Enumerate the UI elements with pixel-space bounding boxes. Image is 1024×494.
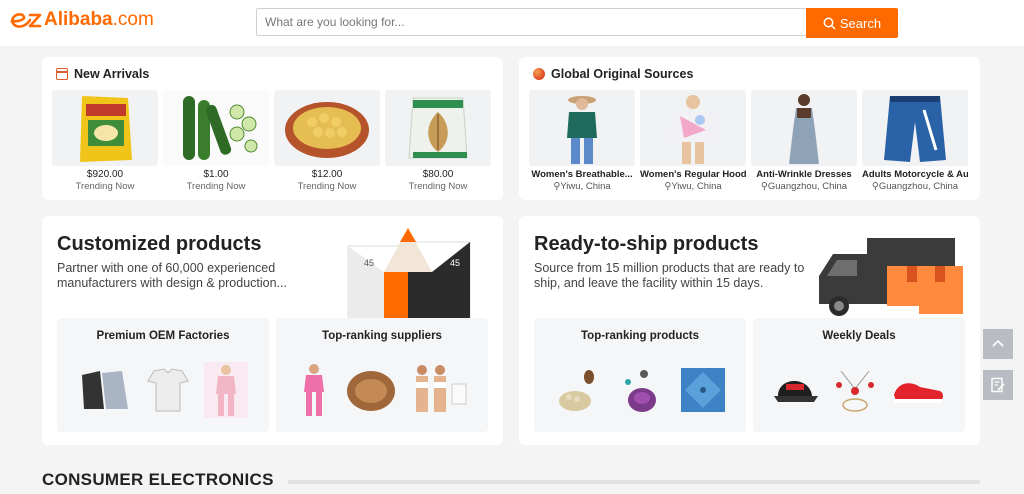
global-source-item[interactable]: Women's Regular Hoodies ⚲Yiwu, China	[640, 90, 746, 192]
pink-outfit-thumbnail	[204, 362, 248, 418]
tea-pack-product-image	[385, 90, 491, 166]
global-sources-header[interactable]: Global Original Sources	[533, 67, 693, 81]
globe-icon	[533, 68, 545, 80]
location-pin-icon: ⚲	[760, 181, 768, 192]
chickpea-product-image	[274, 90, 380, 166]
customized-description: Partner with one of 60,000 experienced m…	[57, 261, 287, 290]
item-status: Trending Now	[186, 181, 246, 192]
alibaba-logo-icon	[10, 12, 42, 28]
top-ranking-suppliers-card[interactable]: Top-ranking suppliers	[276, 318, 488, 432]
dress-product-image	[751, 90, 857, 166]
item-location: ⚲Guangzhou, China	[760, 181, 848, 192]
ready-description: Source from 15 million products that are…	[534, 261, 805, 290]
weekly-deals-card[interactable]: Weekly Deals	[753, 318, 965, 432]
item-name: Adults Motorcycle & Auto...	[862, 169, 968, 180]
umbrella-thumbnail	[680, 368, 725, 412]
new-arrivals-card: New Arrivals $920.00 Trending Now $1.00 …	[42, 57, 503, 200]
rice-product-image	[52, 90, 158, 166]
premium-oem-factories-card[interactable]: Premium OEM Factories	[57, 318, 269, 432]
motorcycle-shorts-product-image	[862, 90, 968, 166]
angle-badge-right: 45	[450, 258, 460, 268]
feedback-button[interactable]	[983, 370, 1013, 400]
item-name: Anti-Wrinkle Dresses	[756, 169, 852, 180]
item-status: Trending Now	[297, 181, 357, 192]
item-price: $1.00	[203, 169, 229, 180]
new-arrival-item[interactable]: $920.00 Trending Now	[52, 90, 158, 192]
global-source-item[interactable]: Anti-Wrinkle Dresses ⚲Guangzhou, China	[751, 90, 857, 192]
item-price: $920.00	[86, 169, 124, 180]
alibaba-logo[interactable]: Alibaba.com	[8, 9, 154, 31]
customized-products-card[interactable]: Customized products Partner with one of …	[42, 216, 503, 445]
subcard-title: Top-ranking products	[581, 330, 699, 342]
global-source-item[interactable]: Adults Motorcycle & Auto... ⚲Guangzhou, …	[862, 90, 968, 192]
hoodies-thumbnail	[82, 371, 128, 409]
search-input[interactable]	[256, 8, 806, 36]
angle-badge-left: 45	[364, 258, 374, 268]
location-pin-icon: ⚲	[871, 181, 879, 192]
pink-activewear-thumbnail	[304, 364, 325, 416]
ready-title: Ready-to-ship products	[534, 233, 759, 255]
fur-hat-thumbnail	[346, 371, 395, 411]
new-arrival-item[interactable]: $80.00 Trending Now	[385, 90, 491, 192]
pencil-illustration: 45 45	[347, 228, 471, 320]
search-button[interactable]: Search	[806, 8, 898, 38]
back-to-top-button[interactable]	[983, 329, 1013, 359]
item-location: ⚲Guangzhou, China	[871, 181, 959, 192]
tshirt-thumbnail	[147, 368, 189, 412]
customized-title: Customized products	[57, 233, 262, 255]
item-status: Trending Now	[408, 181, 468, 192]
feedback-icon	[991, 377, 1005, 393]
cucumber-product-image	[163, 90, 269, 166]
item-name: Women's Regular Hoodies	[640, 169, 746, 180]
top-ranking-products-card[interactable]: Top-ranking products	[534, 318, 746, 432]
swimwear-thumbnail	[415, 365, 467, 412]
delivery-truck-illustration	[819, 238, 963, 316]
seeds-thumbnail	[559, 370, 595, 411]
ready-to-ship-card[interactable]: Ready-to-ship products Source from 15 mi…	[519, 216, 980, 445]
new-arrivals-header[interactable]: New Arrivals	[56, 67, 149, 81]
green-top-product-image	[529, 90, 635, 166]
consumer-electronics-heading: CONSUMER ELECTRONICS	[42, 470, 274, 489]
top-header: Alibaba.com Search	[0, 0, 1024, 46]
hoodie-product-image	[640, 90, 746, 166]
global-sources-title: Global Original Sources	[551, 67, 694, 81]
global-source-item[interactable]: Women's Breathable... ⚲Yiwu, China	[529, 90, 635, 192]
red-sneaker-thumbnail	[893, 383, 943, 403]
item-name: Women's Breathable...	[531, 169, 633, 180]
calendar-icon	[56, 68, 68, 80]
back-to-top-icon	[992, 339, 1004, 347]
subcard-title: Weekly Deals	[822, 330, 896, 342]
item-location: ⚲Yiwu, China	[553, 181, 611, 192]
new-arrival-item[interactable]: $12.00 Trending Now	[274, 90, 380, 192]
search-button-label: Search	[839, 15, 882, 31]
subcard-title: Premium OEM Factories	[96, 330, 230, 342]
cap-thumbnail	[774, 381, 819, 402]
item-status: Trending Now	[75, 181, 135, 192]
item-price: $80.00	[422, 169, 454, 180]
section-divider	[288, 480, 980, 484]
alibaba-wordmark: Alibaba.com	[44, 9, 154, 30]
new-arrivals-title: New Arrivals	[74, 67, 150, 81]
global-sources-card: Global Original Sources Women's Breathab…	[519, 57, 980, 200]
search-icon	[823, 17, 836, 30]
item-location: ⚲Yiwu, China	[664, 181, 722, 192]
item-price: $12.00	[311, 169, 343, 180]
subcard-title: Top-ranking suppliers	[322, 330, 442, 342]
new-arrival-item[interactable]: $1.00 Trending Now	[163, 90, 269, 192]
purple-onion-thumbnail	[624, 370, 656, 412]
jewelry-thumbnail	[835, 370, 874, 412]
